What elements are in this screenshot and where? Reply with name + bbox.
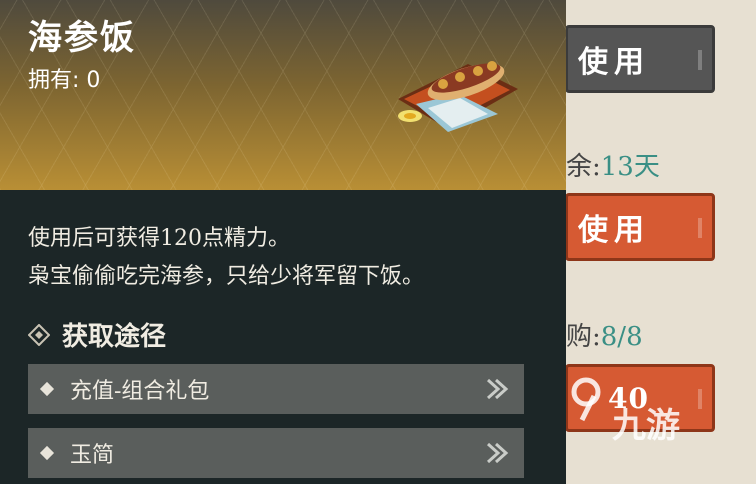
arrow-right-icon xyxy=(486,442,509,464)
route-label: 充值-组合礼包 xyxy=(70,379,210,404)
item-owned-count: 拥有: 0 xyxy=(28,68,101,93)
item-title: 海参饭 xyxy=(28,18,136,58)
remaining-days: 余:13天 xyxy=(566,146,660,183)
description-line: 枭宝偷偷吃完海参，只给少将军留下饭。 xyxy=(28,264,425,289)
arrow-right-icon xyxy=(486,378,509,400)
item-tooltip: 海参饭 拥有: 0 使用后可获得120点精力。 枭宝偷偷吃完海参，只给少将军留下… xyxy=(0,0,566,484)
diamond-icon xyxy=(28,323,50,346)
button-grip xyxy=(698,218,702,238)
use-button-disabled[interactable]: 使用 xyxy=(565,25,715,93)
item-description: 使用后可获得120点精力。 枭宝偷偷吃完海参，只给少将军留下饭。 xyxy=(28,220,548,296)
use-button[interactable]: 使用 xyxy=(565,193,715,261)
purchase-prefix: 购: xyxy=(566,322,601,352)
acquire-section-heading: 获取途径 xyxy=(28,316,166,353)
watermark-text: 九游 xyxy=(612,406,680,446)
acquire-route-item[interactable]: 玉简 xyxy=(28,428,524,478)
section-title: 获取途径 xyxy=(62,322,167,352)
food-item-icon xyxy=(398,61,518,132)
bullet-icon xyxy=(39,445,55,461)
remaining-value: 13天 xyxy=(600,152,660,182)
bullet-icon xyxy=(39,381,55,397)
button-grip xyxy=(698,50,702,70)
description-line: 使用后可获得120点精力。 xyxy=(28,226,290,251)
use-button-label: 使用 xyxy=(578,213,650,248)
purchase-limit: 购:8/8 xyxy=(566,316,643,353)
route-label: 玉简 xyxy=(70,443,115,468)
button-grip xyxy=(698,389,702,409)
jiuyou-logo-icon xyxy=(571,377,601,422)
use-button-label: 使用 xyxy=(578,45,650,80)
remaining-prefix: 余: xyxy=(566,152,601,182)
purchase-value: 8/8 xyxy=(600,322,643,352)
acquire-route-item[interactable]: 充值-组合礼包 xyxy=(28,364,524,414)
tooltip-header: 海参饭 拥有: 0 xyxy=(0,0,566,190)
